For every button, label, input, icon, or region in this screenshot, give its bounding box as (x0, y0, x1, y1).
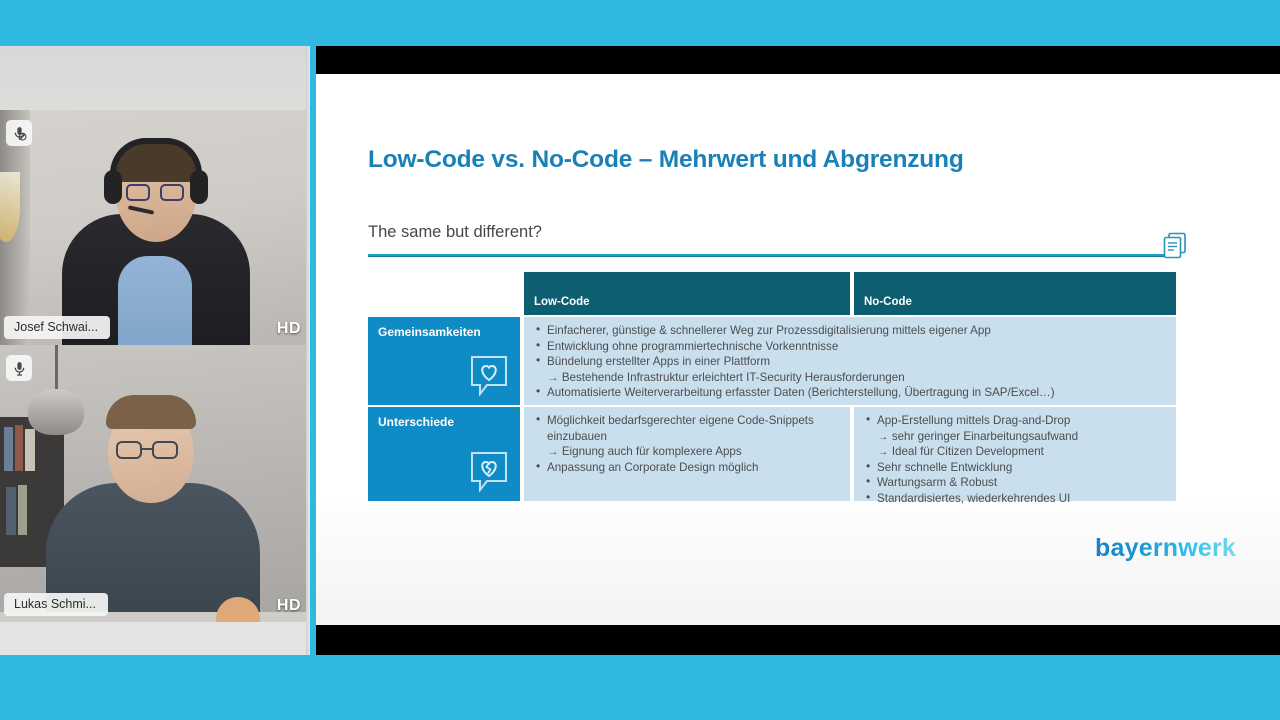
row-label-gemeinsamkeiten: Gemeinsamkeiten (368, 317, 520, 405)
participant-video-column: Josef Schwai... HD Lukas Schmi... HD (0, 46, 310, 655)
list-item: Entwicklung ohne programmiertechnische V… (534, 338, 1168, 355)
list-item: Wartungsarm & Robust (864, 474, 1168, 491)
list-item: Sehr schnelle Entwicklung (864, 459, 1168, 476)
shared-screen-area[interactable]: Low-Code vs. No-Code – Mehrwert und Abgr… (316, 46, 1280, 655)
participant-name-label: Lukas Schmi... (4, 593, 108, 616)
row-label-text: Unterschiede (378, 415, 455, 429)
meeting-window: Josef Schwai... HD Lukas Schmi... HD Low… (0, 0, 1280, 720)
row-label-unterschiede: Unterschiede (368, 407, 520, 501)
list-item: App-Erstellung mittels Drag-and-Drop (864, 412, 1168, 429)
heart-speech-bubble-icon (467, 353, 511, 400)
list-item: Möglichkeit bedarfsgerechter eigene Code… (534, 412, 842, 444)
list-item: Bündelung erstellter Apps in einer Platt… (534, 353, 1168, 370)
bullet-list: Möglichkeit bedarfsgerechter eigene Code… (534, 412, 842, 476)
row-content-unterschiede-low-code: Möglichkeit bedarfsgerechter eigene Code… (524, 407, 850, 501)
microphone-icon[interactable] (6, 355, 32, 381)
list-item-sub: → Ideal für Citizen Development (877, 445, 1044, 459)
list-item: Einfacherer, günstige & schnellerer Weg … (534, 322, 1168, 339)
table-row: Unterschiede Möglichkeit bedarfsgerechte… (368, 407, 1176, 505)
participant-name-label: Josef Schwai... (4, 316, 111, 339)
top-band (0, 0, 1280, 46)
participant-tile[interactable]: Lukas Schmi... HD (0, 345, 310, 622)
list-item: Standardisiertes, wiederkehrendes UI (864, 490, 1168, 507)
brand-logo: bayernwerk (1095, 534, 1236, 562)
list-item-sub: → Eignung auch für komplexere Apps (547, 445, 742, 459)
table-header-row: Low-Code No-Code (368, 272, 1176, 315)
microphone-muted-icon[interactable] (6, 120, 32, 146)
participant-tile[interactable]: Josef Schwai... HD (0, 110, 310, 345)
slide-title: Low-Code vs. No-Code – Mehrwert und Abgr… (368, 146, 964, 173)
bullet-list: App-Erstellung mittels Drag-and-Drop → s… (864, 412, 1168, 507)
comparison-table: Low-Code No-Code Gemeinsamkeiten • Einfa… (368, 272, 1176, 505)
documents-copy-icon (1162, 232, 1188, 265)
bullet-list: Einfacherer, günstige & schnellerer Weg … (534, 322, 1168, 401)
title-divider (368, 254, 1176, 257)
column-header-no-code: No-Code (854, 272, 1176, 315)
list-item-sub: → sehr geringer Einarbeitungsaufwand (877, 429, 1079, 443)
row-content-gemeinsamkeiten: Einfacherer, günstige & schnellerer Weg … (524, 317, 1176, 405)
bottom-band (0, 655, 1280, 720)
letterbox-bottom (316, 625, 1280, 655)
broken-heart-speech-bubble-icon (467, 449, 511, 496)
video-feed (0, 110, 310, 345)
list-item: Anpassung an Corporate Design möglich (534, 459, 842, 476)
row-content-unterschiede-no-code: App-Erstellung mittels Drag-and-Drop → s… (854, 407, 1176, 505)
table-row: Gemeinsamkeiten Einfacherer, günstige & … (368, 317, 1176, 407)
slide-subtitle: The same but different? (368, 223, 542, 241)
list-item: Automatisierte Weiterverarbeitung erfass… (534, 384, 1168, 401)
list-item-sub: → Bestehende Infrastruktur erleichtert I… (547, 370, 905, 384)
presentation-slide: Low-Code vs. No-Code – Mehrwert und Abgr… (316, 74, 1280, 625)
video-quality-badge: HD (276, 597, 301, 614)
letterbox-top (316, 46, 1280, 74)
row-label-text: Gemeinsamkeiten (378, 325, 481, 339)
video-quality-badge: HD (276, 320, 301, 337)
column-header-low-code: Low-Code (524, 272, 850, 315)
video-feed (0, 345, 310, 622)
